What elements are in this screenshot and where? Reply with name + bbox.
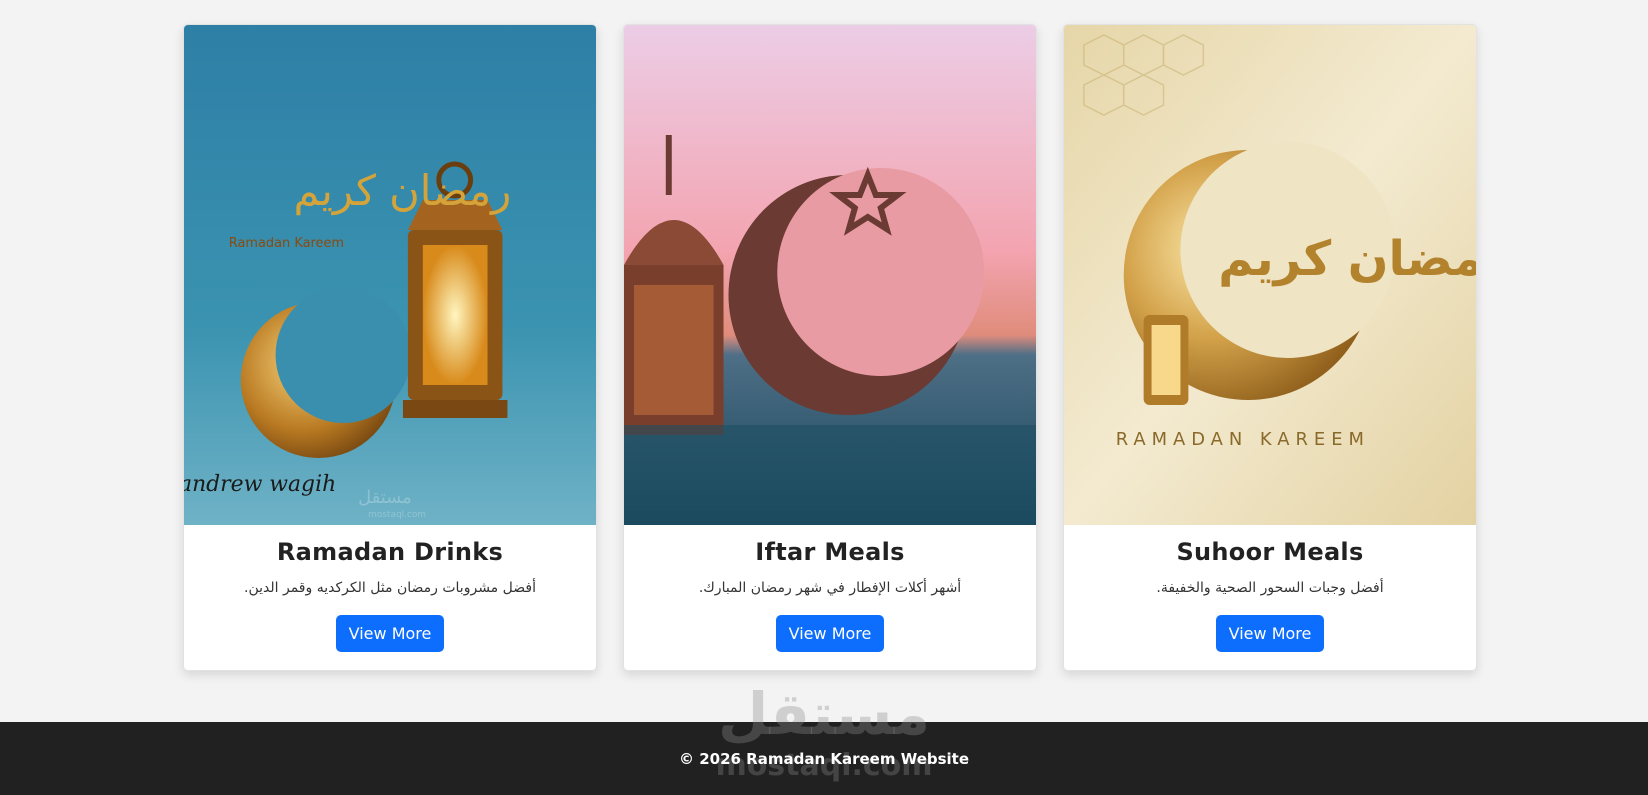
view-more-button[interactable]: View More (1215, 615, 1325, 652)
footer: © 2026 Ramadan Kareem Website (0, 722, 1648, 795)
page: رمضان كريم Ramadan Kareem andrew wagih م… (0, 0, 1648, 795)
image-watermark-url: mostaql.com (368, 510, 426, 520)
card-ramadan-drinks: رمضان كريم Ramadan Kareem andrew wagih م… (183, 24, 597, 671)
card-title: Suhoor Meals (1176, 538, 1364, 566)
card-body: Iftar Meals أشهر أكلات الإفطار في شهر رم… (624, 525, 1036, 652)
lantern-crescent-image: رمضان كريم Ramadan Kareem andrew wagih م… (184, 25, 596, 525)
sunset-crescent-image (624, 25, 1036, 525)
image-watermark: مستقل (358, 487, 412, 508)
card-suhoor-meals: رمضان كريم RAMADAN KAREEM Suhoor Meals أ… (1063, 24, 1477, 671)
golden-crescent-image: رمضان كريم RAMADAN KAREEM (1064, 25, 1476, 525)
image-calligraphy: رمضان كريم (293, 166, 511, 216)
card-description: أفضل وجبات السحور الصحية والخفيفة. (1156, 580, 1384, 596)
view-more-button[interactable]: View More (775, 615, 885, 652)
cards-row: رمضان كريم Ramadan Kareem andrew wagih م… (183, 24, 1477, 671)
image-calligraphy: رمضان كريم (1218, 232, 1476, 287)
card-body: Suhoor Meals أفضل وجبات السحور الصحية وا… (1064, 525, 1476, 652)
image-caption: Ramadan Kareem (229, 236, 344, 251)
card-body: Ramadan Drinks أفضل مشروبات رمضان مثل ال… (184, 525, 596, 652)
image-caption: RAMADAN KAREEM (1116, 429, 1370, 450)
card-iftar-meals: Iftar Meals أشهر أكلات الإفطار في شهر رم… (623, 24, 1037, 671)
card-title: Ramadan Drinks (276, 538, 504, 566)
card-title: Iftar Meals (755, 538, 905, 566)
footer-copyright: © 2026 Ramadan Kareem Website (678, 749, 970, 768)
view-more-button[interactable]: View More (335, 615, 445, 652)
card-image-suhoor: رمضان كريم RAMADAN KAREEM (1064, 25, 1476, 525)
card-description: أشهر أكلات الإفطار في شهر رمضان المبارك. (698, 580, 962, 596)
image-signature: andrew wagih (184, 472, 336, 497)
card-image-iftar (624, 25, 1036, 525)
card-description: أفضل مشروبات رمضان مثل الكركديه وقمر الد… (244, 580, 536, 596)
card-image-drinks: رمضان كريم Ramadan Kareem andrew wagih م… (184, 25, 596, 525)
